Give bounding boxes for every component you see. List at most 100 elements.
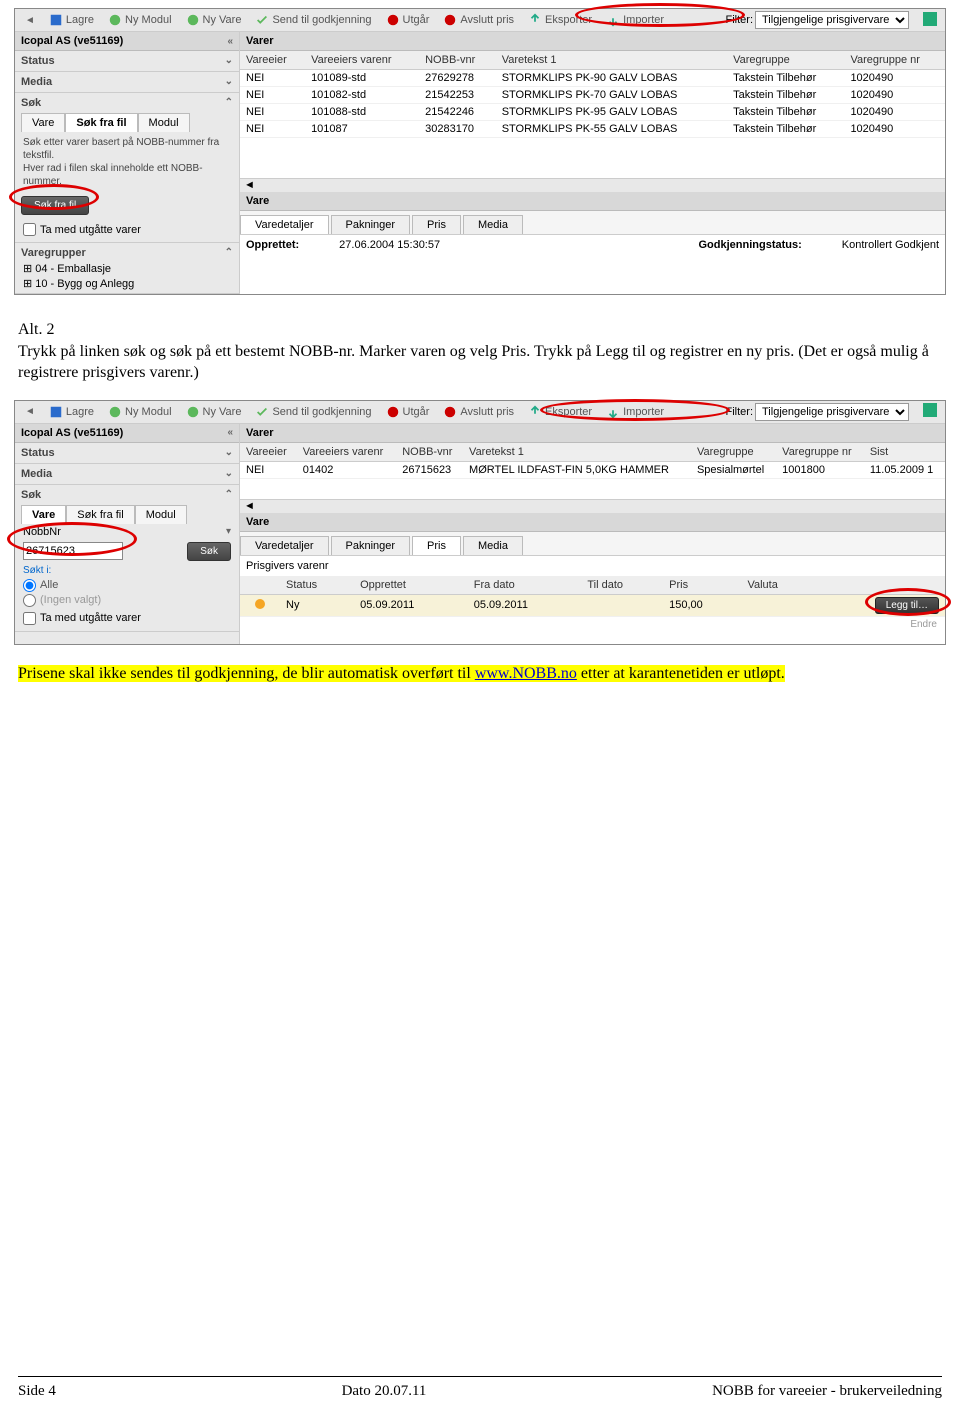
tab-sok-fil[interactable]: Søk fra fil [65,113,137,132]
col-header[interactable]: Valuta [741,576,814,595]
varer-grid: VareeierVareeiers varenrNOBB-vnrVareteks… [240,51,945,138]
excel-icon-2[interactable] [923,403,937,420]
status-section[interactable]: Status⌄ [21,53,233,69]
col-header[interactable]: Varegruppe [691,443,776,462]
ny-vare-btn-2[interactable]: Ny Vare [180,403,248,421]
eksporter-btn-2[interactable]: Eksporter [522,403,598,421]
sidebar: Icopal AS (ve51169)« Status⌄ Media⌄ Søk⌃… [15,32,240,294]
avslutt-pris-label: Avslutt pris [460,14,514,26]
tab-media-2[interactable]: Media [463,536,523,555]
utgar-btn-2[interactable]: Utgår [380,403,436,421]
tab-media[interactable]: Media [463,215,523,234]
lagre-btn[interactable]: Lagre [43,11,100,29]
tab-modul-2[interactable]: Modul [135,505,187,524]
sok-section-2[interactable]: Søk⌃ [21,487,233,503]
col-header[interactable]: Til dato [581,576,663,595]
tab-pakninger-2[interactable]: Pakninger [331,536,411,555]
chevron-down-icon[interactable]: ▾ [226,526,231,537]
tab-vare[interactable]: Vare [21,113,65,132]
table-row[interactable]: NEI0140226715623MØRTEL ILDFAST-FIN 5,0KG… [240,461,945,478]
filter-select-2[interactable]: Tilgjengelige prisgivervare [755,403,909,421]
col-header[interactable]: Varetekst 1 [496,51,727,70]
hscroll[interactable]: ◄ [240,178,945,192]
status-dot-icon [255,599,265,609]
lagre-btn-2[interactable]: Lagre [43,403,100,421]
radio-ingen-label: (Ingen valgt) [40,594,101,606]
col-header[interactable]: NOBB-vnr [396,443,463,462]
company-header[interactable]: Icopal AS (ve51169)« [15,32,239,51]
media-section-2[interactable]: Media⌄ [21,466,233,482]
nobb-link[interactable]: www.NOBB.no [475,665,577,682]
col-header[interactable]: Opprettet [354,576,468,595]
varer-header-2: Varer [240,424,945,443]
radio-alle[interactable] [23,579,36,592]
table-row[interactable]: NEI101082-std21542253STORMKLIPS PK-70 GA… [240,87,945,104]
ny-modul-btn[interactable]: Ny Modul [102,11,177,29]
radio-ingen[interactable] [23,594,36,607]
importer-btn[interactable]: Importer [600,11,670,29]
col-header[interactable]: Varegruppe nr [844,51,945,70]
col-header[interactable]: Varetekst 1 [463,443,691,462]
ny-modul-btn-2[interactable]: Ny Modul [102,403,177,421]
col-header[interactable]: Varegruppe [727,51,844,70]
col-header[interactable]: Fra dato [468,576,582,595]
col-header[interactable] [240,576,280,595]
pris-opprettet: 05.09.2011 [354,594,468,616]
sok-button[interactable]: Søk [187,542,231,561]
col-header[interactable]: NOBB-vnr [419,51,496,70]
content-2: Varer VareeierVareeiers varenrNOBB-vnrVa… [240,424,945,644]
sok-fra-fil-button[interactable]: Søk fra fil [21,196,89,215]
nobbnr-label: NobbNr [23,526,61,538]
col-header[interactable]: Varegruppe nr [776,443,864,462]
pris-status: Ny [280,594,354,616]
status-section-2[interactable]: Status⌄ [21,445,233,461]
eksporter-btn[interactable]: Eksporter [522,11,598,29]
back-btn-2[interactable]: ◄ [19,404,41,419]
tree-emballasje[interactable]: ⊞04 - Emballasje [21,261,233,276]
send-godkj-btn-2[interactable]: Send til godkjenning [249,403,377,421]
excel-icon[interactable] [923,12,937,29]
tab-varedetaljer[interactable]: Varedetaljer [240,215,329,234]
avslutt-pris-btn[interactable]: Avslutt pris [437,11,520,29]
tab-vare-2[interactable]: Vare [21,505,66,524]
endre-link[interactable]: Endre [240,617,945,632]
col-header[interactable]: Vareeiers varenr [297,443,396,462]
back-btn[interactable]: ◄ [19,13,41,28]
varegrupper-section[interactable]: Varegrupper⌃ [21,245,233,261]
tab-modul[interactable]: Modul [138,113,190,132]
legg-til-button[interactable]: Legg til… [875,597,939,614]
utgar-btn[interactable]: Utgår [380,11,436,29]
tab-pris[interactable]: Pris [412,215,461,234]
col-header[interactable]: Pris [663,576,741,595]
tab-pakninger[interactable]: Pakninger [331,215,411,234]
nobbnr-input[interactable] [23,542,123,560]
col-header[interactable]: Vareeiers varenr [305,51,419,70]
table-row[interactable]: NEI101089-std27629278STORMKLIPS PK-90 GA… [240,70,945,87]
table-row[interactable]: NEI10108730283170STORMKLIPS PK-55 GALV L… [240,121,945,138]
media-section[interactable]: Media⌄ [21,74,233,90]
tab-sok-fil-2[interactable]: Søk fra fil [66,505,134,524]
ny-vare-btn[interactable]: Ny Vare [180,11,248,29]
hscroll-2[interactable]: ◄ [240,499,945,513]
chk-utgatte-label-2: Ta med utgåtte varer [40,612,141,624]
col-header[interactable]: Vareeier [240,443,297,462]
send-godkj-btn[interactable]: Send til godkjenning [249,11,377,29]
importer-btn-2[interactable]: Importer [600,403,670,421]
chk-utgatte[interactable] [23,223,36,236]
avslutt-pris-btn-2[interactable]: Avslutt pris [437,403,520,421]
table-row[interactable]: NEI101088-std21542246STORMKLIPS PK-95 GA… [240,104,945,121]
tree-bygg[interactable]: ⊞10 - Bygg og Anlegg [21,276,233,291]
col-header[interactable]: Vareeier [240,51,305,70]
tab-pris-2[interactable]: Pris [412,536,461,555]
vare-detail-header: Vare [240,192,945,211]
sok-section[interactable]: Søk⌃ [21,95,233,111]
chk-utgatte-2[interactable] [23,612,36,625]
screenshot-1: ◄ Lagre Ny Modul Ny Vare Send til godkje… [14,8,946,295]
filter-select[interactable]: Tilgjengelige prisgivervare [755,11,909,29]
tab-varedetaljer-2[interactable]: Varedetaljer [240,536,329,555]
col-header[interactable]: Status [280,576,354,595]
company-header-2[interactable]: Icopal AS (ve51169)« [15,424,239,443]
pris-row[interactable]: Ny 05.09.2011 05.09.2011 150,00 Legg til… [240,594,945,616]
detail-row: Opprettet: 27.06.2004 15:30:57 Godkjenni… [240,235,945,255]
col-header[interactable]: Sist [864,443,945,462]
